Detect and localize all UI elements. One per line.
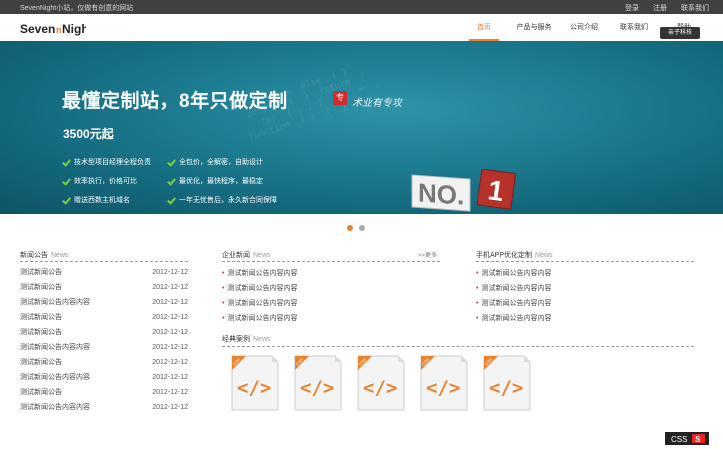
banner-price: 3500元起 <box>63 127 114 141</box>
check-icon <box>168 177 176 185</box>
check-icon <box>63 158 71 166</box>
feature-item: 一年无忧售后，永久新合同保障 <box>168 195 277 205</box>
svg-text:CSS: CSS <box>671 435 687 444</box>
list-item[interactable]: 测试新闻公告 2012-12-12 <box>20 385 188 400</box>
list-item[interactable]: 测试新闻公告 2012-12-12 <box>20 325 188 340</box>
register-link[interactable]: 注册 <box>653 3 667 13</box>
nav-about[interactable]: 公司介绍 <box>559 14 609 41</box>
check-icon <box>63 196 71 204</box>
no1-text: NO. <box>418 177 464 210</box>
code-icon: </> <box>300 377 334 399</box>
list-item[interactable]: 测试新闻公告 2012-12-12 <box>20 355 188 370</box>
svg-text:S: S <box>695 435 701 444</box>
feature-item: 全包价，全解密，自助设计 <box>168 157 263 167</box>
nav-home[interactable]: 首页 <box>459 14 509 41</box>
top-links: 登录 注册 联系我们 <box>625 3 709 13</box>
login-link[interactable]: 登录 <box>625 3 639 13</box>
code-icon: </> <box>426 377 460 399</box>
list-item[interactable]: 测试新闻公告内容内容 2012-12-12 <box>20 295 188 310</box>
list-item[interactable]: 测试新闻公告 2012-12-12 <box>20 280 188 295</box>
list-item[interactable]: 测试新闻公告内容内容 <box>476 266 694 281</box>
list-item[interactable]: 测试新闻公告内容内容 <box>222 266 440 281</box>
check-icon <box>63 177 71 185</box>
list-item[interactable]: 测试新闻公告内容内容 <box>476 296 694 311</box>
cases-heading: 经典案例 News <box>222 336 271 343</box>
app-heading: 手机APP优化定制 News <box>476 252 553 259</box>
feature-item: 效率执行，价格可比 <box>63 176 137 186</box>
case-thumbnail[interactable]: CSS </> <box>480 354 532 412</box>
check-icon <box>168 158 176 166</box>
banner-slogan: 术业有专攻 <box>352 98 402 109</box>
nav-badge: 亲子科技 <box>660 27 700 39</box>
divider <box>222 261 440 262</box>
welcome-text: SevenNight小站，仅做有创意的网站 <box>20 5 134 12</box>
list-item[interactable]: 测试新闻公告内容内容 2012-12-12 <box>20 400 188 415</box>
hero-banner[interactable]: { } ; else ( ) if ( ) { } return ; for (… <box>0 41 723 214</box>
list-item[interactable]: 测试新闻公告内容内容 <box>476 281 694 296</box>
list-item[interactable]: 测试新闻公告内容内容 <box>222 281 440 296</box>
case-thumbnail[interactable]: CSS </> <box>354 354 406 412</box>
cases-gallery: CSS </> CSS </> CSS </> CSS </> CSS </> <box>228 354 532 412</box>
divider <box>476 261 694 262</box>
feature-item: 赠送西数主机域名 <box>63 195 130 205</box>
news-heading: 新闻公告 News <box>20 252 69 259</box>
no1-illustration: NO. 1 <box>411 169 517 212</box>
logo-text-right: Night <box>62 22 86 36</box>
check-icon <box>168 196 176 204</box>
case-thumbnail[interactable]: CSS </> <box>228 354 280 412</box>
company-news-heading: 企业新闻 News <box>222 252 271 259</box>
divider <box>222 346 694 347</box>
code-icon: </> <box>237 377 271 399</box>
nav-products[interactable]: 产品与服务 <box>509 14 559 41</box>
banner-badge: 专 <box>333 91 347 105</box>
news-list: 测试新闻公告 2012-12-12 测试新闻公告 2012-12-12 测试新闻公告… <box>20 265 188 415</box>
list-item[interactable]: 测试新闻公告内容内容 <box>222 296 440 311</box>
code-icon: </> <box>363 377 397 399</box>
list-item[interactable]: 测试新闻公告内容内容 2012-12-12 <box>20 370 188 385</box>
logo-text-mid: n <box>56 25 62 35</box>
slider-dot-2[interactable] <box>359 225 365 231</box>
list-item[interactable]: 测试新闻公告内容内容 <box>476 311 694 326</box>
divider <box>20 261 188 262</box>
logo-text-left: Seven <box>20 22 55 36</box>
feature-item: 技术型项目经理全程负责 <box>63 157 151 167</box>
case-thumbnail[interactable]: CSS </> <box>417 354 469 412</box>
list-item[interactable]: 测试新闻公告内容内容 2012-12-12 <box>20 340 188 355</box>
list-item[interactable]: 测试新闻公告 2012-12-12 <box>20 265 188 280</box>
banner-title: 最懂定制站，8年只做定制 <box>62 91 288 112</box>
contact-link[interactable]: 联系我们 <box>681 3 709 13</box>
more-link[interactable]: >>更多 <box>418 250 437 259</box>
header: Seven n Night 首页 产品与服务 公司介绍 联系我们 帮助 <box>0 14 723 41</box>
css-validator-badge[interactable]: CSS S <box>665 432 709 445</box>
nav-contact[interactable]: 联系我们 <box>609 14 659 41</box>
app-list: 测试新闻公告内容内容 测试新闻公告内容内容 测试新闻公告内容内容 测试新闻公告内… <box>476 266 694 326</box>
slider-dot-1[interactable] <box>347 225 353 231</box>
list-item[interactable]: 测试新闻公告 2012-12-12 <box>20 310 188 325</box>
sevennight-logo[interactable]: Seven n Night <box>20 20 86 36</box>
company-news-list: 测试新闻公告内容内容 测试新闻公告内容内容 测试新闻公告内容内容 测试新闻公告内… <box>222 266 440 326</box>
list-item[interactable]: 测试新闻公告内容内容 <box>222 311 440 326</box>
slider-dots <box>347 225 365 231</box>
code-icon: </> <box>489 377 523 399</box>
feature-item: 最优化，最快程序，最稳定 <box>168 176 263 186</box>
top-bar: SevenNight小站，仅做有创意的网站 登录 注册 联系我们 <box>0 0 723 14</box>
case-thumbnail[interactable]: CSS </> <box>291 354 343 412</box>
